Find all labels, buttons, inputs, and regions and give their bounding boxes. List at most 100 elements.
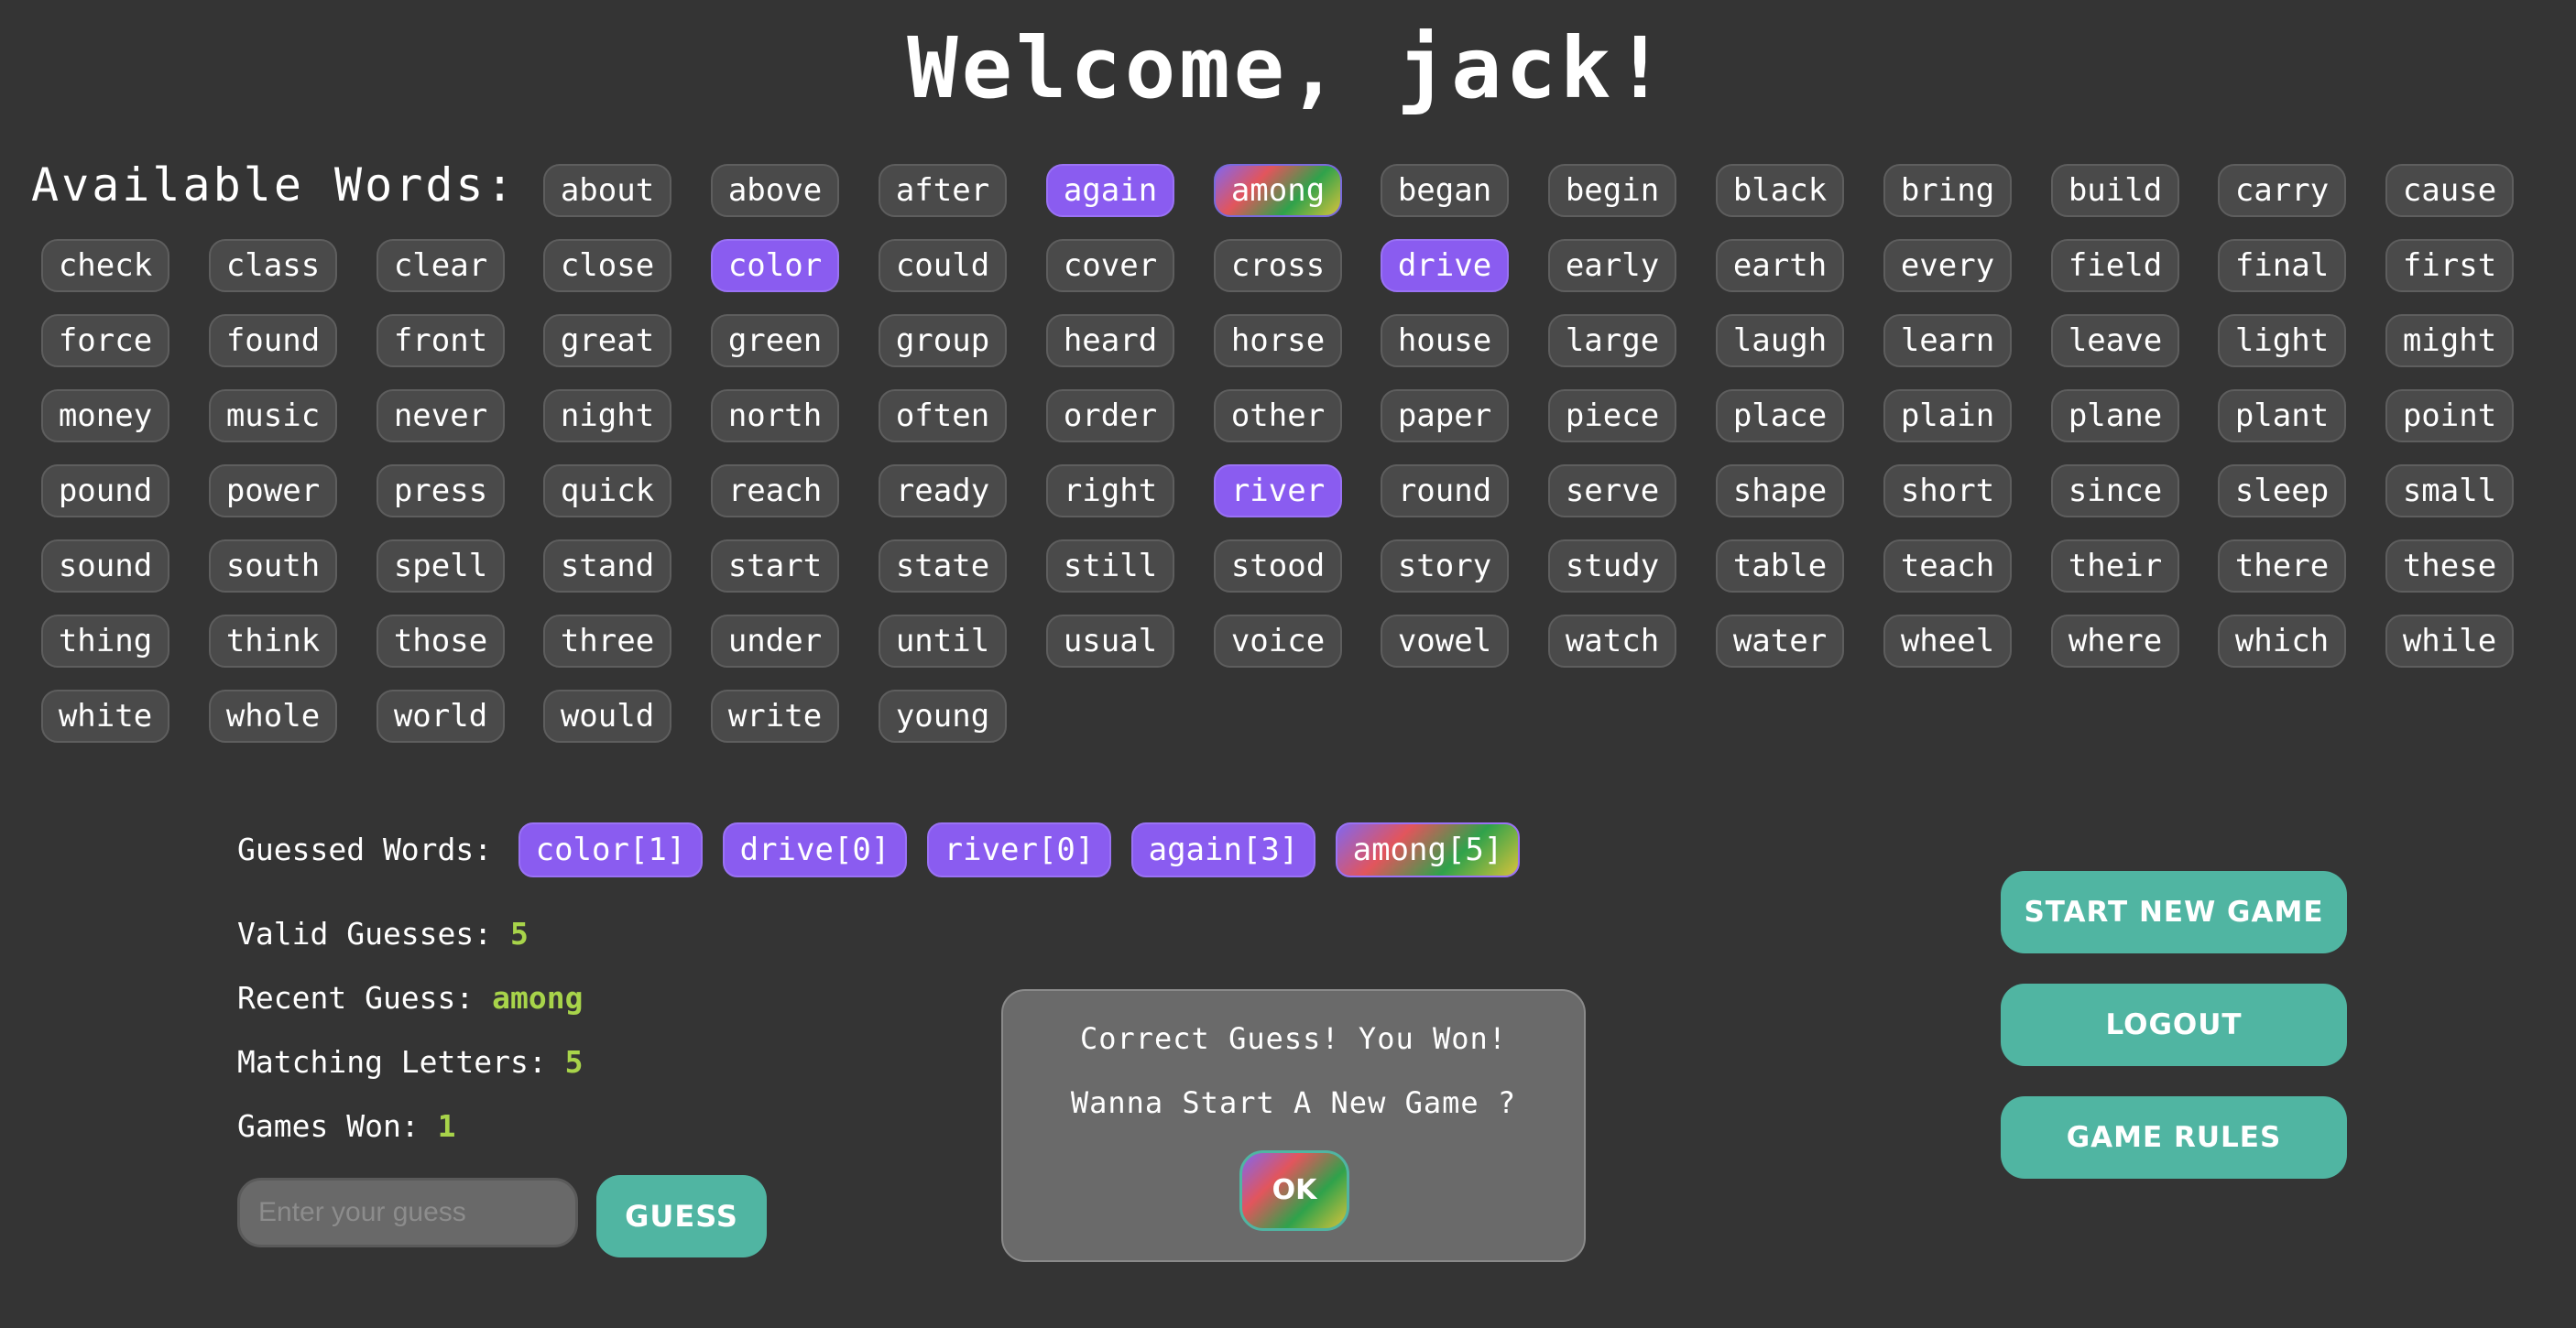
word-tile-color[interactable]: color (711, 239, 839, 292)
word-tile-cover[interactable]: cover (1046, 239, 1174, 292)
word-tile-laugh[interactable]: laugh (1716, 314, 1844, 367)
word-tile-black[interactable]: black (1716, 164, 1844, 217)
word-tile-might[interactable]: might (2385, 314, 2514, 367)
word-tile-usual[interactable]: usual (1046, 615, 1174, 668)
word-tile-group[interactable]: group (879, 314, 1007, 367)
word-tile-sound[interactable]: sound (41, 539, 169, 593)
word-tile-water[interactable]: water (1716, 615, 1844, 668)
word-tile-plane[interactable]: plane (2051, 389, 2179, 442)
word-tile-above[interactable]: above (711, 164, 839, 217)
word-tile-write[interactable]: write (711, 690, 839, 743)
word-tile-round[interactable]: round (1381, 464, 1509, 517)
word-tile-those[interactable]: those (377, 615, 505, 668)
guess-button[interactable]: GUESS (596, 1175, 767, 1257)
word-tile-there[interactable]: there (2218, 539, 2346, 593)
word-tile-again[interactable]: again (1046, 164, 1174, 217)
word-tile-never[interactable]: never (377, 389, 505, 442)
word-tile-carry[interactable]: carry (2218, 164, 2346, 217)
ok-button[interactable]: OK (1239, 1150, 1349, 1231)
word-tile-horse[interactable]: horse (1214, 314, 1342, 367)
word-tile-build[interactable]: build (2051, 164, 2179, 217)
word-tile-cross[interactable]: cross (1214, 239, 1342, 292)
word-tile-spell[interactable]: spell (377, 539, 505, 593)
word-tile-night[interactable]: night (543, 389, 671, 442)
word-tile-since[interactable]: since (2051, 464, 2179, 517)
word-tile-close[interactable]: close (543, 239, 671, 292)
word-tile-first[interactable]: first (2385, 239, 2514, 292)
word-tile-stand[interactable]: stand (543, 539, 671, 593)
word-tile-south[interactable]: south (209, 539, 337, 593)
word-tile-drive[interactable]: drive (1381, 239, 1509, 292)
word-tile-plant[interactable]: plant (2218, 389, 2346, 442)
word-tile-house[interactable]: house (1381, 314, 1509, 367)
word-tile-money[interactable]: money (41, 389, 169, 442)
word-tile-right[interactable]: right (1046, 464, 1174, 517)
word-tile-thing[interactable]: thing (41, 615, 169, 668)
guess-input[interactable] (237, 1178, 578, 1247)
word-tile-green[interactable]: green (711, 314, 839, 367)
word-tile-young[interactable]: young (879, 690, 1007, 743)
word-tile-which[interactable]: which (2218, 615, 2346, 668)
word-tile-clear[interactable]: clear (377, 239, 505, 292)
word-tile-press[interactable]: press (377, 464, 505, 517)
word-tile-music[interactable]: music (209, 389, 337, 442)
word-tile-these[interactable]: these (2385, 539, 2514, 593)
word-tile-white[interactable]: white (41, 690, 169, 743)
word-tile-plain[interactable]: plain (1883, 389, 2012, 442)
word-tile-great[interactable]: great (543, 314, 671, 367)
word-tile-teach[interactable]: teach (1883, 539, 2012, 593)
word-tile-large[interactable]: large (1548, 314, 1676, 367)
word-tile-leave[interactable]: leave (2051, 314, 2179, 367)
word-tile-check[interactable]: check (41, 239, 169, 292)
word-tile-pound[interactable]: pound (41, 464, 169, 517)
word-tile-serve[interactable]: serve (1548, 464, 1676, 517)
word-tile-table[interactable]: table (1716, 539, 1844, 593)
word-tile-story[interactable]: story (1381, 539, 1509, 593)
word-tile-small[interactable]: small (2385, 464, 2514, 517)
logout-button[interactable]: LOGOUT (2001, 984, 2347, 1066)
word-tile-still[interactable]: still (1046, 539, 1174, 593)
word-tile-shape[interactable]: shape (1716, 464, 1844, 517)
word-tile-earth[interactable]: earth (1716, 239, 1844, 292)
word-tile-watch[interactable]: watch (1548, 615, 1676, 668)
word-tile-wheel[interactable]: wheel (1883, 615, 2012, 668)
word-tile-where[interactable]: where (2051, 615, 2179, 668)
word-tile-north[interactable]: north (711, 389, 839, 442)
word-tile-order[interactable]: order (1046, 389, 1174, 442)
word-tile-sleep[interactable]: sleep (2218, 464, 2346, 517)
word-tile-other[interactable]: other (1214, 389, 1342, 442)
word-tile-quick[interactable]: quick (543, 464, 671, 517)
word-tile-think[interactable]: think (209, 615, 337, 668)
word-tile-world[interactable]: world (377, 690, 505, 743)
start-new-game-button[interactable]: START NEW GAME (2001, 871, 2347, 953)
word-tile-front[interactable]: front (377, 314, 505, 367)
word-tile-bring[interactable]: bring (1883, 164, 2012, 217)
word-tile-field[interactable]: field (2051, 239, 2179, 292)
word-tile-power[interactable]: power (209, 464, 337, 517)
word-tile-after[interactable]: after (879, 164, 1007, 217)
word-tile-point[interactable]: point (2385, 389, 2514, 442)
word-tile-among[interactable]: among (1214, 164, 1342, 217)
word-tile-state[interactable]: state (879, 539, 1007, 593)
word-tile-place[interactable]: place (1716, 389, 1844, 442)
word-tile-paper[interactable]: paper (1381, 389, 1509, 442)
word-tile-light[interactable]: light (2218, 314, 2346, 367)
word-tile-vowel[interactable]: vowel (1381, 615, 1509, 668)
word-tile-about[interactable]: about (543, 164, 671, 217)
word-tile-found[interactable]: found (209, 314, 337, 367)
word-tile-reach[interactable]: reach (711, 464, 839, 517)
word-tile-three[interactable]: three (543, 615, 671, 668)
word-tile-while[interactable]: while (2385, 615, 2514, 668)
word-tile-would[interactable]: would (543, 690, 671, 743)
word-tile-piece[interactable]: piece (1548, 389, 1676, 442)
word-tile-under[interactable]: under (711, 615, 839, 668)
word-tile-ready[interactable]: ready (879, 464, 1007, 517)
word-tile-learn[interactable]: learn (1883, 314, 2012, 367)
word-tile-river[interactable]: river (1214, 464, 1342, 517)
word-tile-could[interactable]: could (879, 239, 1007, 292)
word-tile-began[interactable]: began (1381, 164, 1509, 217)
word-tile-often[interactable]: often (879, 389, 1007, 442)
word-tile-early[interactable]: early (1548, 239, 1676, 292)
word-tile-heard[interactable]: heard (1046, 314, 1174, 367)
word-tile-study[interactable]: study (1548, 539, 1676, 593)
